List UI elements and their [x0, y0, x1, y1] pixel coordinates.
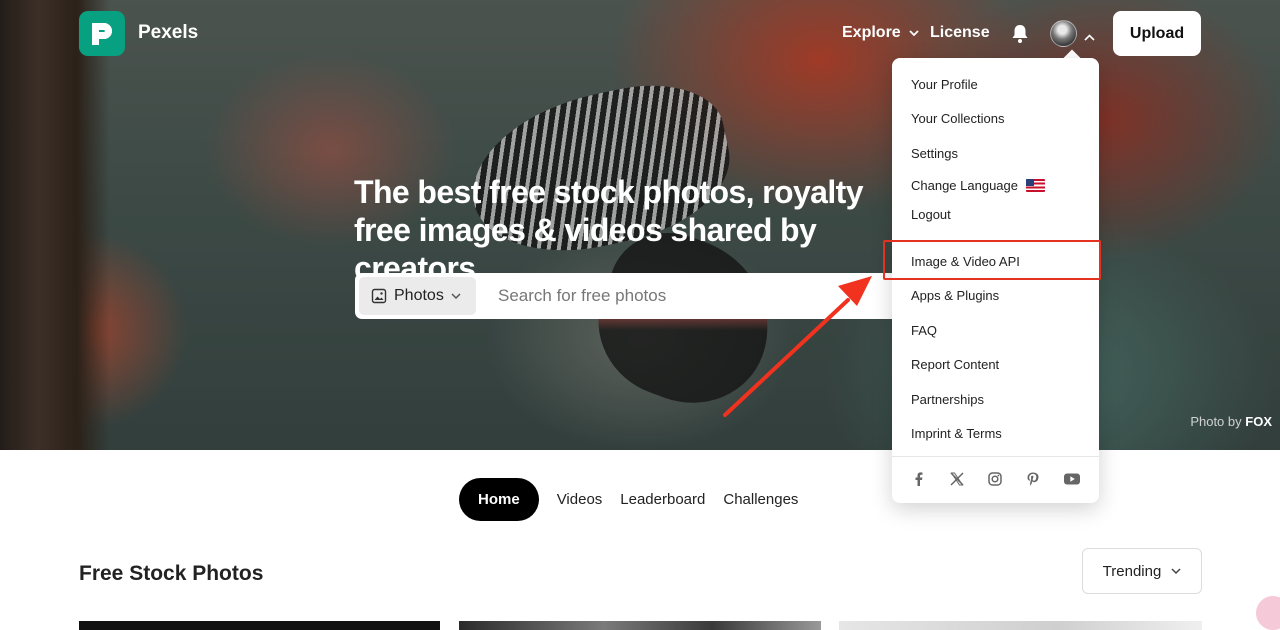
hero-headline: The best free stock photos, royalty free…	[354, 174, 864, 286]
photo-thumbnail[interactable]	[79, 621, 440, 630]
tab-videos[interactable]: Videos	[557, 478, 603, 521]
menu-item-faq[interactable]: FAQ	[911, 323, 937, 338]
us-flag-icon	[1026, 179, 1045, 192]
brand-name[interactable]: Pexels	[138, 22, 198, 44]
menu-item-apps-plugins[interactable]: Apps & Plugins	[911, 288, 999, 303]
highlight-box	[883, 240, 1101, 280]
user-dropdown-menu: Your Profile Your Collections Settings C…	[892, 58, 1099, 503]
credit-prefix: Photo by	[1190, 414, 1242, 429]
content-tabs: Home Videos Leaderboard Challenges	[459, 478, 816, 521]
tab-home[interactable]: Home	[459, 478, 539, 521]
image-icon	[371, 288, 387, 304]
x-icon[interactable]	[949, 471, 965, 487]
menu-divider	[892, 456, 1099, 457]
user-avatar[interactable]	[1050, 20, 1077, 47]
tab-leaderboard[interactable]: Leaderboard	[620, 478, 705, 521]
pexels-home-page: Pexels Explore License Upload The best f…	[0, 0, 1280, 630]
search-bar: Photos	[355, 273, 915, 319]
media-type-select[interactable]: Photos	[359, 277, 476, 315]
menu-item-label: Change Language	[911, 178, 1018, 193]
bell-icon	[1012, 25, 1028, 43]
search-input[interactable]	[498, 282, 888, 310]
menu-item-logout[interactable]: Logout	[911, 207, 951, 222]
sort-select[interactable]: Trending	[1082, 548, 1202, 594]
pexels-logo[interactable]	[79, 11, 125, 56]
tab-challenges[interactable]: Challenges	[723, 478, 798, 521]
license-link[interactable]: License	[930, 24, 990, 42]
upload-button[interactable]: Upload	[1113, 11, 1201, 56]
menu-item-change-language[interactable]: Change Language	[911, 178, 1045, 193]
menu-item-report-content[interactable]: Report Content	[911, 357, 999, 372]
facebook-icon[interactable]	[911, 471, 927, 487]
chevron-down-icon	[451, 292, 461, 299]
menu-item-imprint-terms[interactable]: Imprint & Terms	[911, 426, 1002, 441]
explore-menu-button[interactable]: Explore	[842, 24, 919, 42]
help-chat-button[interactable]	[1256, 596, 1280, 630]
credit-author[interactable]: FOX	[1245, 414, 1272, 429]
photo-thumbnail[interactable]	[459, 621, 821, 630]
menu-item-settings[interactable]: Settings	[911, 146, 958, 161]
photo-thumbnail[interactable]	[839, 621, 1202, 630]
youtube-icon[interactable]	[1063, 472, 1081, 486]
menu-item-partnerships[interactable]: Partnerships	[911, 392, 984, 407]
chevron-down-icon	[909, 29, 919, 36]
menu-item-your-profile[interactable]: Your Profile	[911, 77, 978, 92]
social-links	[911, 471, 1081, 487]
menu-item-your-collections[interactable]: Your Collections	[911, 111, 1004, 126]
pinterest-icon[interactable]	[1025, 471, 1041, 487]
section-title: Free Stock Photos	[79, 562, 264, 585]
sort-label: Trending	[1102, 562, 1162, 580]
photo-credit[interactable]: Photo by FOX	[1190, 414, 1272, 429]
pexels-logo-icon	[92, 22, 112, 45]
explore-label: Explore	[842, 24, 901, 41]
notifications-button[interactable]	[1011, 24, 1029, 49]
chevron-up-icon[interactable]	[1084, 28, 1095, 46]
media-type-label: Photos	[394, 287, 444, 304]
instagram-icon[interactable]	[987, 471, 1003, 487]
chevron-down-icon	[1171, 567, 1181, 574]
